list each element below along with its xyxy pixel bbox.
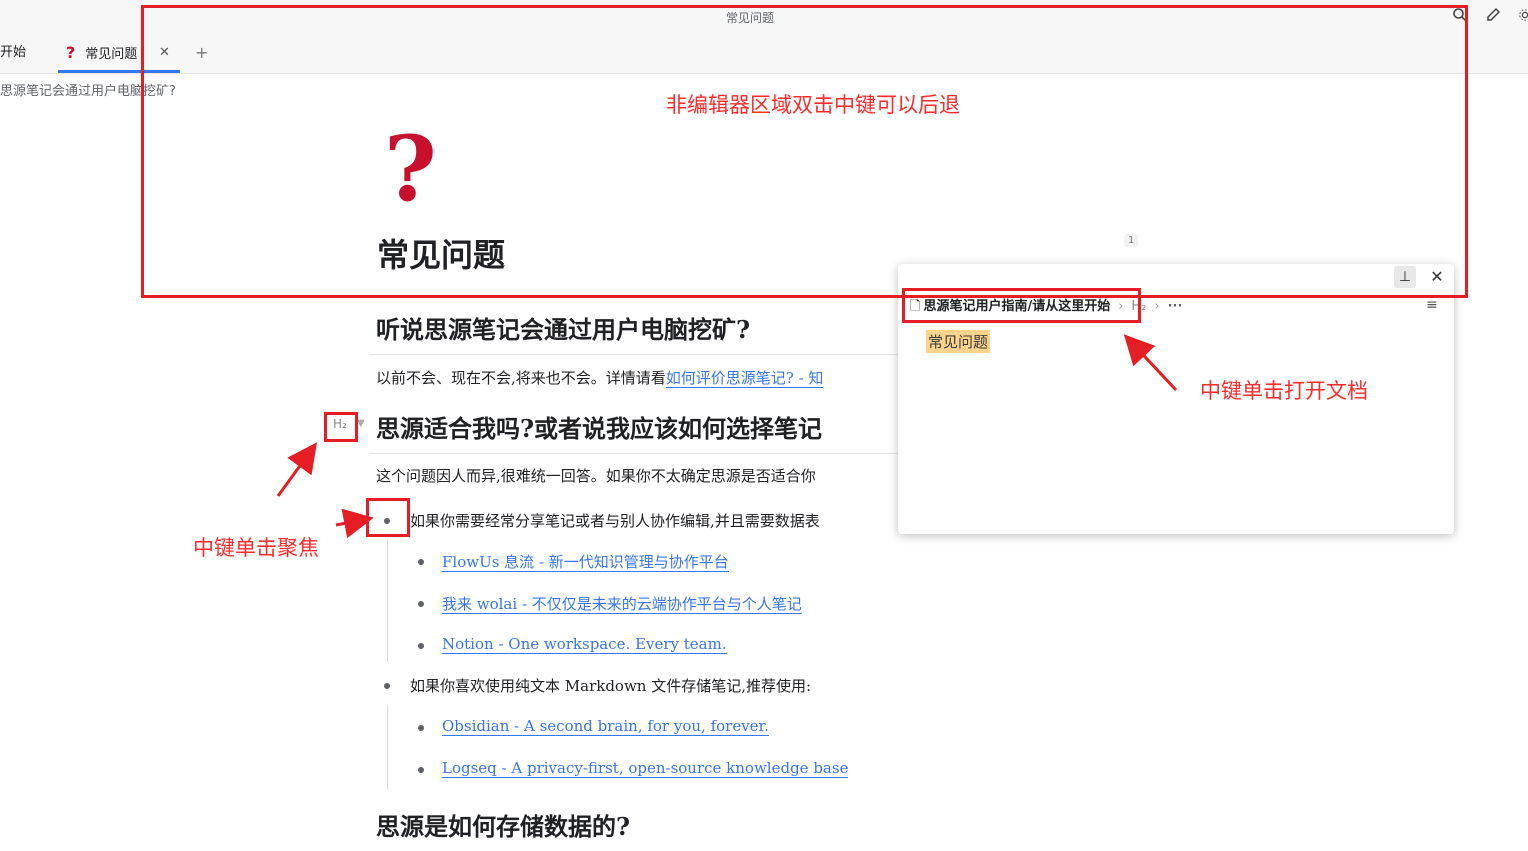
arrow-to-bullet xyxy=(335,508,374,539)
annotation-arrows xyxy=(276,334,1178,539)
arrow-to-h2 xyxy=(276,442,318,497)
arrow-to-path xyxy=(1123,334,1178,392)
